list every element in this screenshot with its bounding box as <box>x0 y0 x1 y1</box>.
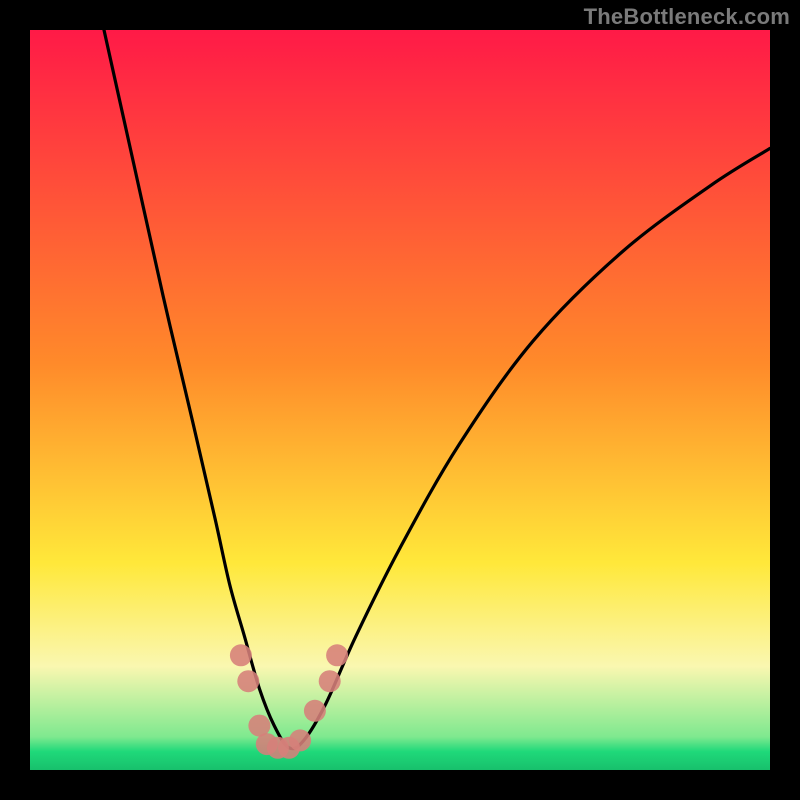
outer-black-frame: TheBottleneck.com <box>0 0 800 800</box>
plot-area <box>30 30 770 770</box>
heatmap-gradient-bg <box>30 30 770 770</box>
watermark-text: TheBottleneck.com <box>584 4 790 30</box>
